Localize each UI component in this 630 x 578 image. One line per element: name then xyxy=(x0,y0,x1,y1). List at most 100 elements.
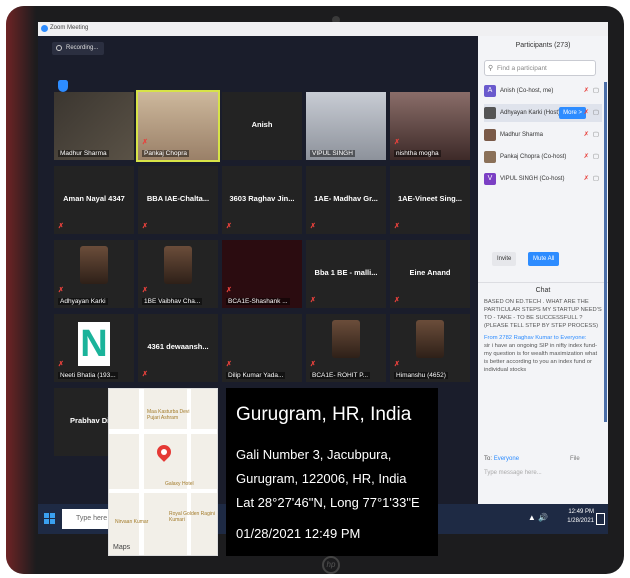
participant-name: BBA IAE-Chalta... xyxy=(146,194,210,203)
file-button[interactable]: File xyxy=(570,456,580,462)
video-tile[interactable]: nishtha mogha ✗ xyxy=(390,92,470,160)
video-tile[interactable]: Himanshu (4652) ✗ xyxy=(390,314,470,382)
laptop-edge xyxy=(6,6,36,574)
muted-mic-icon: ✗ xyxy=(58,361,64,368)
muted-mic-icon: ✗ xyxy=(310,223,316,230)
participant-name: Eine Anand xyxy=(409,268,451,277)
clock[interactable]: 12:49 PM 1/28/2021 xyxy=(567,508,594,526)
participant-name: Madhur Sharma xyxy=(58,150,109,157)
avatar xyxy=(484,107,496,119)
participant-name: Neeti Bhatia (193... xyxy=(58,372,118,379)
avatar: V xyxy=(484,173,496,185)
to-label: To: xyxy=(484,456,493,462)
video-tile[interactable]: BCA1E-Shashank ... ✗ xyxy=(222,240,302,308)
maps-brand: Maps xyxy=(113,544,131,551)
participant-row[interactable]: Madhur Sharma ✗ ▢ xyxy=(484,126,602,144)
gps-line: Gurugram, 122006, HR, India xyxy=(236,471,407,486)
video-tile[interactable]: 1BE Vaibhav Cha... ✗ xyxy=(138,240,218,308)
video-tile[interactable]: Pankaj Chopra ✗ xyxy=(136,90,220,162)
participant-name: nishtha mogha xyxy=(394,150,441,157)
chat-recipient[interactable]: To: Everyone xyxy=(484,456,519,462)
video-tile[interactable]: Madhur Sharma xyxy=(54,92,134,160)
avatar: A xyxy=(484,85,496,97)
scrollbar[interactable] xyxy=(604,82,607,422)
muted-mic-icon: ✗ xyxy=(310,361,316,368)
invite-button[interactable]: Invite xyxy=(492,252,517,266)
search-icon: ⚲ xyxy=(488,65,494,72)
map-label: Royal Golden Ragini Kumari xyxy=(169,511,215,523)
security-shield-icon[interactable] xyxy=(58,80,68,92)
video-tile[interactable]: Anish xyxy=(222,92,302,160)
recording-indicator[interactable]: Recording... xyxy=(52,42,105,55)
muted-mic-icon: ✗ xyxy=(142,287,148,294)
clock-time: 12:49 PM xyxy=(568,509,594,515)
mic-video-icons[interactable]: ✗ ▢ xyxy=(584,104,600,122)
mic-video-icons[interactable]: ✗ ▢ xyxy=(584,126,600,144)
participant-search-input[interactable]: ⚲ Find a participant xyxy=(484,60,596,76)
muted-mic-icon: ✗ xyxy=(142,139,148,146)
chat-title: Chat xyxy=(478,282,608,294)
recording-label: Recording... xyxy=(66,45,99,51)
title-bar: Zoom Meeting xyxy=(38,22,608,36)
participant-name: Aman Nayal 4347 xyxy=(63,194,125,203)
more-button[interactable]: More > xyxy=(559,107,586,119)
mic-video-icons[interactable]: ✗ ▢ xyxy=(584,170,600,188)
video-tile[interactable]: 1AE-Vineet Sing... ✗ xyxy=(390,166,470,234)
chat-messages: BASED ON ED.TECH . WHAT ARE THE PARTICUL… xyxy=(484,298,602,374)
hp-logo: hp xyxy=(322,556,340,574)
chat-sender: From 2782 Raghav Kumar to Everyone: xyxy=(484,335,587,341)
participant-row[interactable]: A Anish (Co-host, me) ✗ ▢ xyxy=(484,82,602,100)
muted-mic-icon: ✗ xyxy=(226,223,232,230)
video-tile[interactable]: 4361 dewaansh... ✗ xyxy=(138,314,218,382)
video-tile[interactable]: VIPUL SINGH xyxy=(306,92,386,160)
video-tile[interactable]: Adhyayan Karki ✗ xyxy=(54,240,134,308)
location-map: Maa Kasturba Devi Pujari Ashram Galaxy H… xyxy=(108,388,218,556)
mic-video-icons[interactable]: ✗ ▢ xyxy=(584,148,600,166)
participant-name: 1BE Vaibhav Cha... xyxy=(142,298,203,305)
video-tile[interactable]: Eine Anand ✗ xyxy=(390,240,470,308)
recipient-dropdown[interactable]: Everyone xyxy=(494,456,519,462)
video-tile[interactable]: BCA1E- ROHIT P... ✗ xyxy=(306,314,386,382)
chat-message: sir i have an ongoing SIP in nifty index… xyxy=(484,343,598,373)
participants-panel: Participants (273) ⚲ Find a participant … xyxy=(478,36,608,504)
video-tile[interactable]: 3603 Raghav Jin... ✗ xyxy=(222,166,302,234)
video-tile[interactable]: Dilip Kumar Yada... ✗ xyxy=(222,314,302,382)
participant-row-name: Adhyayan Karki (Host) xyxy=(500,110,561,116)
gps-stamp: Gurugram, HR, India Gali Number 3, Jacub… xyxy=(226,388,438,556)
muted-mic-icon: ✗ xyxy=(394,361,400,368)
participant-row[interactable]: Adhyayan Karki (Host) More > ✗ ▢ xyxy=(484,104,602,122)
video-tile[interactable]: Bba 1 BE - malli... ✗ xyxy=(306,240,386,308)
muted-mic-icon: ✗ xyxy=(58,287,64,294)
participant-name: BCA1E-Shashank ... xyxy=(226,298,290,305)
muted-mic-icon: ✗ xyxy=(226,361,232,368)
participant-row-name: Anish (Co-host, me) xyxy=(500,88,554,94)
map-label: Maa Kasturba Devi Pujari Ashram xyxy=(147,409,190,421)
video-gallery: Madhur Sharma Pankaj Chopra ✗ Anish VIPUL SI… xyxy=(54,90,474,456)
avatar xyxy=(484,151,496,163)
window-title: Zoom Meeting xyxy=(50,25,89,31)
muted-mic-icon: ✗ xyxy=(310,297,316,304)
mute-all-button[interactable]: Mute All xyxy=(528,252,560,266)
video-tile[interactable]: BBA IAE-Chalta... ✗ xyxy=(138,166,218,234)
muted-mic-icon: ✗ xyxy=(142,371,148,378)
search-placeholder: Find a participant xyxy=(497,65,547,72)
participant-row[interactable]: V VIPUL SINGH (Co-host) ✗ ▢ xyxy=(484,170,602,188)
participant-row-name: Madhur Sharma xyxy=(500,132,544,138)
muted-mic-icon: ✗ xyxy=(394,139,400,146)
participant-row[interactable]: Pankaj Chopra (Co-host) ✗ ▢ xyxy=(484,148,602,166)
muted-mic-icon: ✗ xyxy=(142,223,148,230)
profile-picture: N xyxy=(78,322,110,366)
volume-icon[interactable]: ▲ 🔊 xyxy=(528,513,548,522)
video-tile[interactable]: 1AE- Madhav Gr... ✗ xyxy=(306,166,386,234)
video-tile[interactable]: Aman Nayal 4347 ✗ xyxy=(54,166,134,234)
mic-video-icons[interactable]: ✗ ▢ xyxy=(584,82,600,100)
location-pin-icon xyxy=(154,442,174,462)
avatar xyxy=(484,129,496,141)
record-icon xyxy=(56,45,62,51)
gps-city: Gurugram, HR, India xyxy=(236,404,412,425)
windows-start-icon[interactable] xyxy=(44,513,56,525)
participant-video xyxy=(80,246,108,284)
video-tile[interactable]: N Neeti Bhatia (193... ✗ xyxy=(54,314,134,382)
notification-icon[interactable] xyxy=(596,513,605,525)
chat-input[interactable]: Type message here... xyxy=(484,470,542,476)
